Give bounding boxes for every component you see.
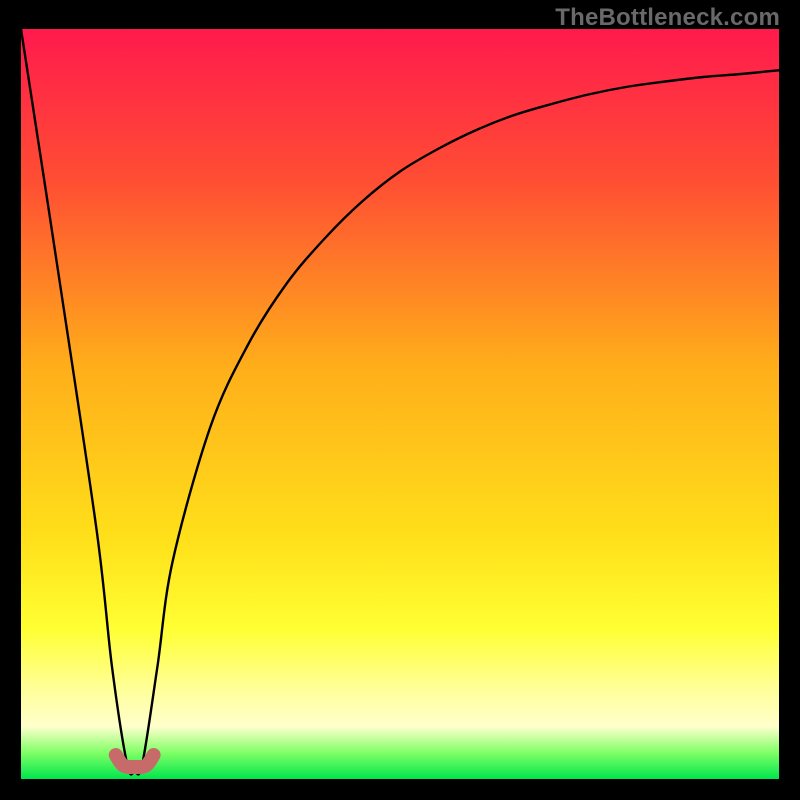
chart-frame <box>21 29 779 779</box>
gradient-background <box>21 29 779 779</box>
watermark-text: TheBottleneck.com <box>555 4 780 32</box>
bottleneck-chart <box>21 29 779 779</box>
